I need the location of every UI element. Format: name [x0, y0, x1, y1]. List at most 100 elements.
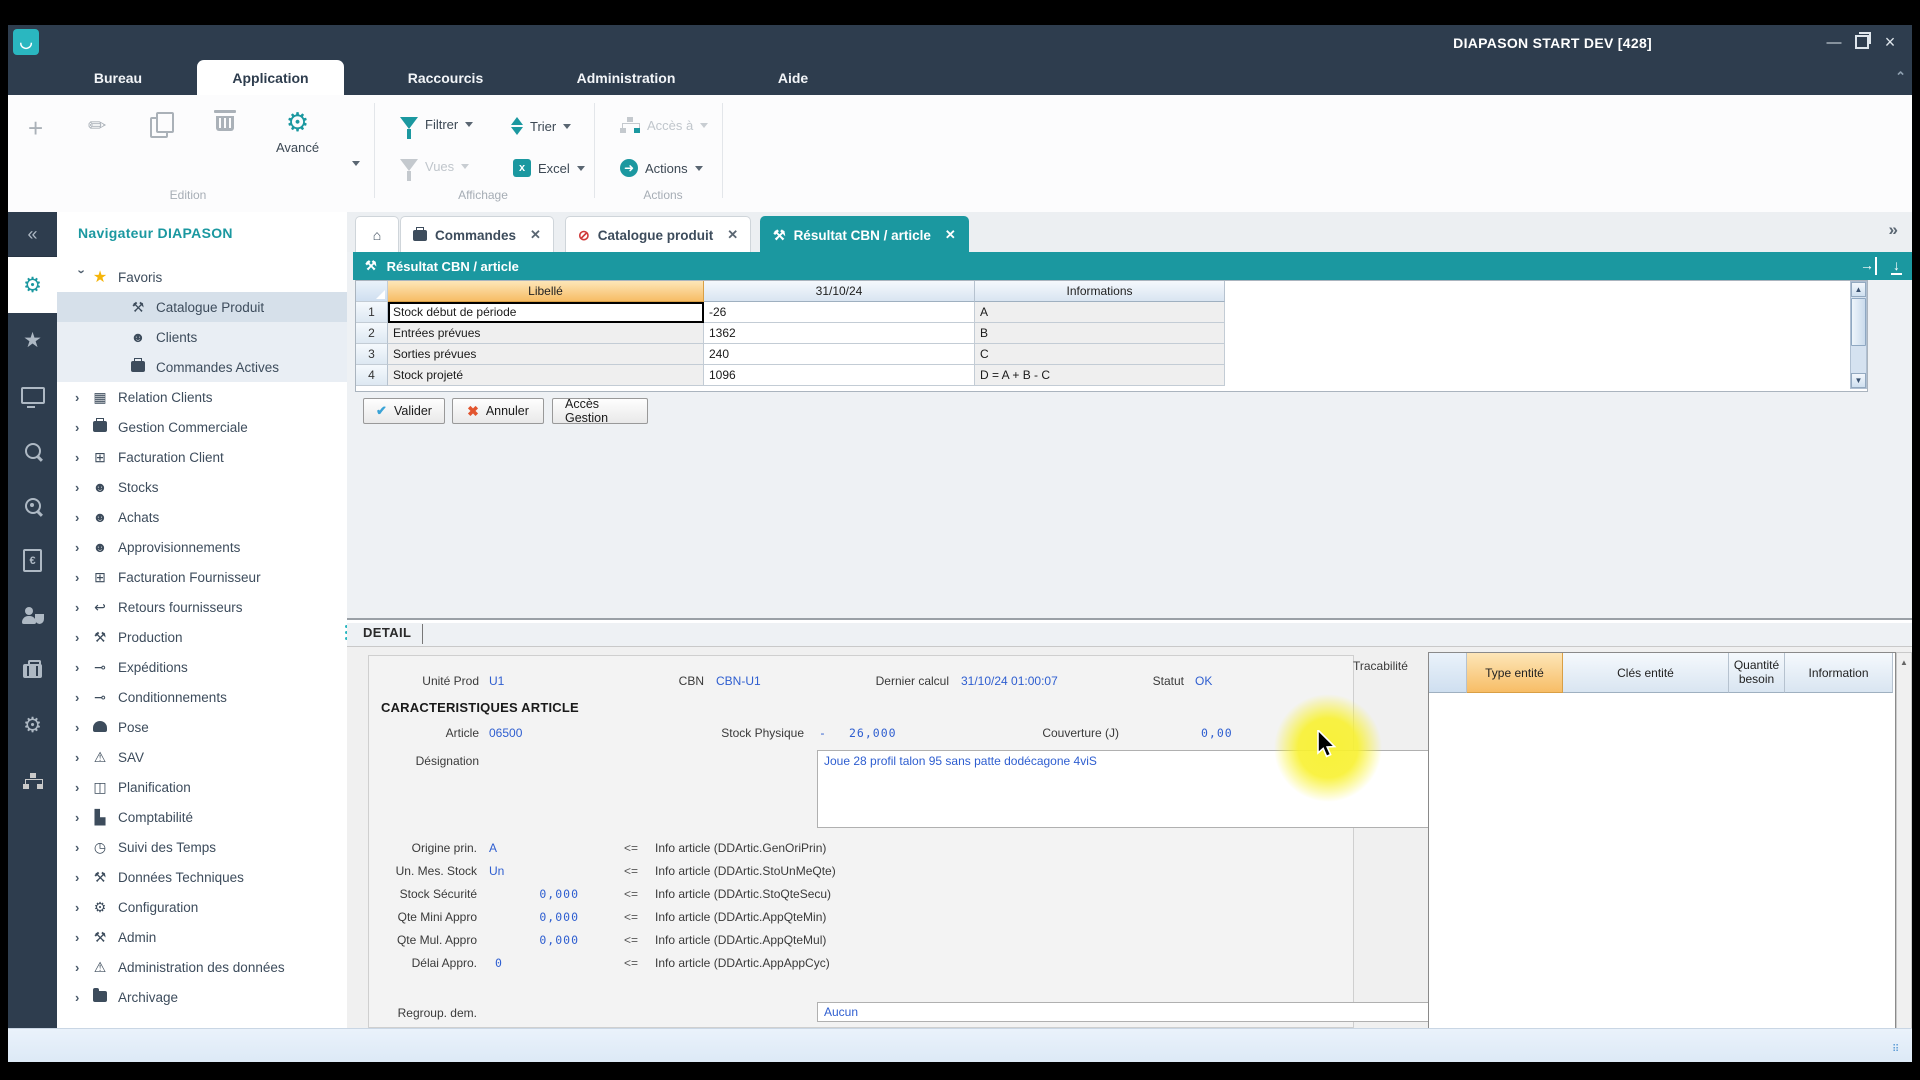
nav-item-clients[interactable]: ☻ Clients	[57, 322, 347, 352]
nav-item-conditionnements[interactable]: › ⊸ Conditionnements	[57, 682, 347, 712]
grid-cell[interactable]: Sorties prévues	[388, 344, 704, 365]
delete-button[interactable]	[214, 109, 236, 131]
row-number-cell[interactable]: 4	[356, 365, 388, 386]
scroll-down-icon[interactable]: ▼	[1851, 373, 1866, 388]
tab-catalogue-produit[interactable]: ⊘ Catalogue produit ✕	[565, 216, 752, 253]
chevron-down-icon[interactable]: ›	[75, 269, 90, 283]
chevron-right-icon[interactable]: ›	[75, 990, 89, 1005]
menu-raccourcis[interactable]: Raccourcis	[388, 60, 503, 95]
nav-item-commandes-actives[interactable]: Commandes Actives	[57, 352, 347, 382]
grid-cell[interactable]: A	[975, 302, 1225, 323]
chevron-right-icon[interactable]: ›	[75, 570, 89, 585]
avance-button[interactable]: ⚙ Avancé	[276, 107, 319, 155]
scroll-up-icon[interactable]: ▲	[1851, 282, 1866, 297]
restore-button[interactable]	[1850, 31, 1874, 53]
nav-item-favoris[interactable]: › ★ Favoris	[57, 262, 347, 292]
grid-cell[interactable]: -26	[704, 302, 975, 323]
desktop-monitor-icon[interactable]	[8, 368, 57, 423]
chevron-right-icon[interactable]: ›	[75, 750, 89, 765]
minimize-button[interactable]: —	[1822, 31, 1846, 53]
nav-item-administration-des-donn-es[interactable]: › ⚠ Administration des données	[57, 952, 347, 982]
menu-application[interactable]: Application	[197, 60, 344, 95]
field-value[interactable]: Un	[489, 864, 504, 878]
field-value[interactable]: 0,000	[519, 933, 579, 947]
column-header-type-entite[interactable]: Type entité	[1467, 653, 1563, 693]
nav-item-production[interactable]: › ⚒ Production	[57, 622, 347, 652]
chevron-right-icon[interactable]: ›	[75, 690, 89, 705]
navigator-wheel-icon[interactable]: ⚙	[8, 257, 57, 313]
grid-cell[interactable]: Entrées prévues	[388, 323, 704, 344]
search-icon[interactable]	[8, 423, 57, 478]
chevron-right-icon[interactable]: ›	[75, 480, 89, 495]
resize-grip[interactable]: ⠿	[1892, 1044, 1906, 1058]
chevron-right-icon[interactable]: ›	[75, 660, 89, 675]
nav-item-catalogue-produit[interactable]: ⚒ Catalogue Produit	[57, 292, 347, 322]
column-header-cles-entite[interactable]: Clés entité	[1563, 653, 1729, 693]
table-corner-cell[interactable]	[1429, 653, 1467, 693]
row-number-cell[interactable]: 1	[356, 302, 388, 323]
trace-vertical-scrollbar[interactable]: ▲ ▼	[1896, 652, 1912, 1062]
field-value[interactable]: 0,000	[519, 910, 579, 924]
briefcase-icon[interactable]	[8, 643, 57, 698]
column-header-quantite-besoin[interactable]: Quantité besoin	[1729, 653, 1785, 693]
chevron-right-icon[interactable]: ›	[75, 450, 89, 465]
excel-button[interactable]: Excel	[513, 159, 585, 177]
column-header-information[interactable]: Information	[1785, 653, 1893, 693]
valider-button[interactable]: ✔ Valider	[363, 398, 445, 424]
grid-cell[interactable]: C	[975, 344, 1225, 365]
nav-item-suivi-des-temps[interactable]: › ◷ Suivi des Temps	[57, 832, 347, 862]
field-value[interactable]: 0,000	[519, 887, 579, 901]
nav-item-configuration[interactable]: › ⚙ Configuration	[57, 892, 347, 922]
row-number-cell[interactable]: 3	[356, 344, 388, 365]
collapse-sidebar-icon[interactable]: «	[8, 212, 57, 257]
nav-item-relation-clients[interactable]: › ▦ Relation Clients	[57, 382, 347, 412]
nav-item-pose[interactable]: › Pose	[57, 712, 347, 742]
grid-corner-cell[interactable]	[356, 281, 388, 302]
chevron-right-icon[interactable]: ›	[75, 780, 89, 795]
grid-cell[interactable]: D = A + B - C	[975, 365, 1225, 386]
close-tab-icon[interactable]: ✕	[727, 227, 738, 243]
chevron-right-icon[interactable]: ›	[75, 840, 89, 855]
chevron-right-icon[interactable]: ›	[75, 960, 89, 975]
grid-vertical-scrollbar[interactable]: ▲ ▼	[1850, 281, 1867, 389]
scroll-thumb[interactable]	[1851, 298, 1866, 346]
close-button[interactable]: ×	[1878, 31, 1902, 53]
favorites-star-icon[interactable]: ★	[8, 313, 57, 368]
actions-button[interactable]: ➜ Actions	[620, 159, 703, 177]
acces-gestion-button[interactable]: Accès Gestion	[552, 397, 648, 425]
chevron-right-icon[interactable]: ›	[75, 510, 89, 525]
menu-bureau[interactable]: Bureau	[78, 60, 158, 95]
row-number-cell[interactable]: 2	[356, 323, 388, 344]
close-tab-icon[interactable]: ✕	[945, 227, 956, 243]
nav-item-archivage[interactable]: › Archivage	[57, 982, 347, 1012]
column-header-informations[interactable]: Informations	[975, 281, 1225, 302]
trier-button[interactable]: Trier	[511, 117, 572, 135]
ribbon-collapse-chevron[interactable]: ⌃	[1895, 69, 1906, 85]
nav-item-stocks[interactable]: › ☻ Stocks	[57, 472, 347, 502]
download-icon[interactable]: ↓	[1891, 257, 1902, 275]
nav-item-achats[interactable]: › ☻ Achats	[57, 502, 347, 532]
chevron-right-icon[interactable]: ›	[75, 930, 89, 945]
invoice-euro-icon[interactable]: €	[8, 533, 57, 588]
column-header-libelle[interactable]: Libellé	[388, 281, 704, 302]
grid-cell[interactable]: Stock début de période	[388, 302, 704, 323]
field-value[interactable]: 0	[495, 956, 503, 970]
chevron-right-icon[interactable]: ›	[75, 600, 89, 615]
grid-cell[interactable]: B	[975, 323, 1225, 344]
chevron-right-icon[interactable]: ›	[75, 630, 89, 645]
search-location-icon[interactable]	[8, 478, 57, 533]
nav-item-retours-fournisseurs[interactable]: › ↩ Retours fournisseurs	[57, 592, 347, 622]
chevron-right-icon[interactable]: ›	[75, 810, 89, 825]
menu-administration[interactable]: Administration	[561, 60, 691, 95]
settings-gear-icon[interactable]: ⚙	[8, 698, 57, 753]
edit-button[interactable]: ✏	[88, 113, 106, 139]
org-chart-icon[interactable]	[8, 753, 57, 808]
chevron-right-icon[interactable]: ›	[75, 900, 89, 915]
nav-item-exp-ditions[interactable]: › ⊸ Expéditions	[57, 652, 347, 682]
chevron-right-icon[interactable]: ›	[75, 540, 89, 555]
user-shield-icon[interactable]	[8, 588, 57, 643]
grid-cell[interactable]: 1362	[704, 323, 975, 344]
nav-item-facturation-client[interactable]: › ⊞ Facturation Client	[57, 442, 347, 472]
detail-tab[interactable]: DETAIL	[363, 624, 424, 644]
nav-item-sav[interactable]: › ⚠ SAV	[57, 742, 347, 772]
